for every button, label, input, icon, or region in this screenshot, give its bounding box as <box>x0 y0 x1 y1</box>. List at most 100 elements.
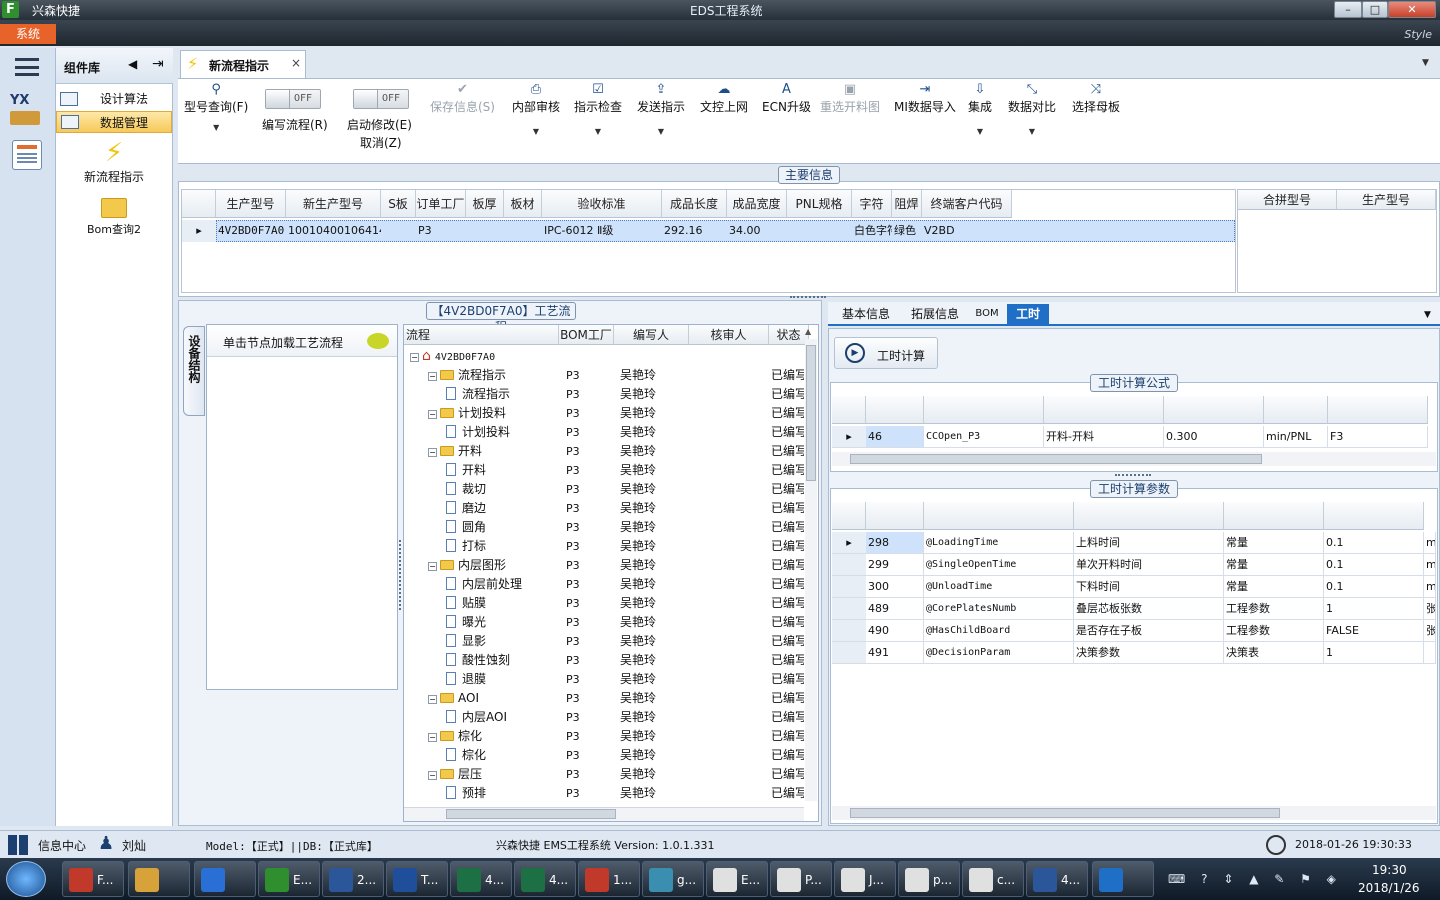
doc-tab-new-flow[interactable]: ⚡ 新流程指示 × <box>180 50 306 78</box>
tree-node[interactable]: 圆角 <box>446 518 560 537</box>
taskbar-item[interactable]: 2... <box>322 861 384 897</box>
table-cell[interactable]: 叠层芯板张数 <box>1074 598 1224 620</box>
table-cell[interactable] <box>468 220 504 242</box>
device-structure-side-tab[interactable]: 设备结构 <box>183 326 205 416</box>
table-cell[interactable]: 0.1 <box>1324 576 1424 598</box>
tree-row[interactable]: − ⌂ 4V2BD0F7A0 <box>404 347 804 366</box>
selected-row-marker[interactable]: ▸ <box>182 220 216 242</box>
report-tools-icon[interactable] <box>12 140 42 170</box>
tree-node[interactable]: − 内层图形 <box>428 556 560 575</box>
collapse-toggle-icon[interactable]: − <box>428 771 437 780</box>
tray-date[interactable]: 2018/1/26 <box>1358 881 1420 895</box>
table-cell[interactable]: @CorePlatesNumb <box>924 598 1074 620</box>
tree-row[interactable]: 计划投料 P3 吴艳玲 已编写 <box>404 423 804 442</box>
collapse-toggle-icon[interactable]: − <box>428 372 437 381</box>
tree-row[interactable]: 酸性蚀刻 P3 吴艳玲 已编写 <box>404 651 804 670</box>
load-process-header[interactable]: 单击节点加载工艺流程 <box>207 325 397 357</box>
column-header[interactable]: 成品长度 <box>662 190 727 218</box>
column-header[interactable] <box>1044 396 1164 424</box>
column-header[interactable]: 板厚 <box>466 190 504 218</box>
column-header[interactable] <box>924 396 1044 424</box>
ribbon-button-10[interactable]: ⤨ 选择母板 <box>1072 82 1120 115</box>
tree-node[interactable]: − 计划投料 <box>428 404 560 423</box>
work-hours-calc-button[interactable]: ▶ 工时计算 <box>834 337 938 369</box>
tree-row[interactable]: 流程指示 P3 吴艳玲 已编写 <box>404 385 804 404</box>
table-cell[interactable]: min/PNL <box>1264 426 1328 448</box>
table-cell[interactable]: 0.1 <box>1324 532 1424 554</box>
column-header[interactable] <box>1224 502 1324 530</box>
minimize-button[interactable]: – <box>1334 1 1362 18</box>
column-header[interactable] <box>1074 502 1224 530</box>
tree-row[interactable]: 磨边 P3 吴艳玲 已编写 <box>404 499 804 518</box>
table-cell[interactable]: 工程参数 <box>1224 620 1324 642</box>
table-cell[interactable]: @LoadingTime <box>924 532 1074 554</box>
tree-node[interactable]: 内层AOI <box>446 708 560 727</box>
table-cell[interactable]: 决策表 <box>1224 642 1324 664</box>
table-cell[interactable]: 491 <box>866 642 924 664</box>
hamburger-menu-icon[interactable] <box>15 58 39 76</box>
tree-row[interactable]: 开料 P3 吴艳玲 已编写 <box>404 461 804 480</box>
row-selector[interactable]: ▸ <box>832 532 866 554</box>
tree-node[interactable]: 计划投料 <box>446 423 560 442</box>
column-header[interactable] <box>1328 396 1428 424</box>
table-cell[interactable]: 常量 <box>1224 576 1324 598</box>
tree-row[interactable]: − 内层图形 P3 吴艳玲 已编写 <box>404 556 804 575</box>
tree-row[interactable]: 内层AOI P3 吴艳玲 已编写 <box>404 708 804 727</box>
taskbar-item[interactable]: F... <box>62 861 124 897</box>
tree-node[interactable]: 裁切 <box>446 480 560 499</box>
right-tab[interactable]: BOM <box>974 304 1000 326</box>
table-cell[interactable]: @UnloadTime <box>924 576 1074 598</box>
ribbon-button-1[interactable]: ⎙ 内部审核 ▼ <box>512 82 560 136</box>
table-cell[interactable]: @DecisionParam <box>924 642 1074 664</box>
param-hscroll-thumb[interactable] <box>850 808 1280 818</box>
row-selector[interactable] <box>832 642 866 664</box>
column-header[interactable] <box>924 502 1074 530</box>
tree-row[interactable]: − 计划投料 P3 吴艳玲 已编写 <box>404 404 804 423</box>
column-header[interactable] <box>866 396 924 424</box>
ribbon-button-5[interactable]: A ECN升级 <box>762 82 811 115</box>
table-cell[interactable]: 4V2BD0F7A0 <box>218 220 286 242</box>
taskbar-item[interactable] <box>128 861 190 897</box>
collapse-toggle-icon[interactable]: − <box>428 410 437 419</box>
table-cell[interactable]: 292.16 <box>664 220 727 242</box>
close-tab-icon[interactable]: × <box>291 56 301 70</box>
row-selector[interactable] <box>832 576 866 598</box>
column-header[interactable]: 验收标准 <box>542 190 662 218</box>
table-cell[interactable]: mi <box>1424 554 1436 576</box>
lib-item-design-algorithm[interactable]: 设计算法 <box>56 88 172 110</box>
tray-time[interactable]: 19:30 <box>1372 863 1407 877</box>
tab-dropdown-icon[interactable]: ▼ <box>1422 58 1429 68</box>
table-cell[interactable]: P3 <box>418 220 466 242</box>
tray-icons[interactable]: ⌨ ? ⇕ ▲ ✎ ⚑ ◈ <box>1168 872 1342 886</box>
collapse-left-icon[interactable]: ◀ <box>128 57 137 71</box>
tree-row[interactable]: − AOI P3 吴艳玲 已编写 <box>404 689 804 708</box>
table-cell[interactable]: mi <box>1424 576 1436 598</box>
table-cell[interactable]: 0.1 <box>1324 554 1424 576</box>
table-cell[interactable]: 490 <box>866 620 924 642</box>
table-cell[interactable]: 绿色 <box>894 220 922 242</box>
tree-node[interactable]: 酸性蚀刻 <box>446 651 560 670</box>
column-header[interactable] <box>1324 502 1424 530</box>
table-cell[interactable]: 上料时间 <box>1074 532 1224 554</box>
tree-row[interactable]: 贴膜 P3 吴艳玲 已编写 <box>404 594 804 613</box>
tree-node[interactable]: − 层压 <box>428 765 560 784</box>
table-cell[interactable]: 299 <box>866 554 924 576</box>
table-cell[interactable]: IPC-6012 Ⅱ级 <box>544 220 662 242</box>
table-cell[interactable]: F3 <box>1328 426 1428 448</box>
tree-row[interactable]: 退膜 P3 吴艳玲 已编写 <box>404 670 804 689</box>
collapse-toggle-icon[interactable]: − <box>428 448 437 457</box>
lib-item-data-management[interactable]: 数据管理 <box>56 111 172 133</box>
table-cell[interactable]: 1 <box>1324 642 1424 664</box>
row-selector[interactable] <box>832 620 866 642</box>
splitter-grip[interactable] <box>790 296 826 300</box>
splitter-grip[interactable] <box>1115 474 1151 478</box>
start-button-icon[interactable] <box>6 861 46 897</box>
tree-hscroll-thumb[interactable] <box>446 809 616 819</box>
style-label[interactable]: Style <box>1404 28 1432 41</box>
table-cell[interactable] <box>383 220 416 242</box>
table-cell[interactable]: 决策参数 <box>1074 642 1224 664</box>
tree-node[interactable]: − 棕化 <box>428 727 560 746</box>
tree-column-header[interactable]: BOM工厂 <box>559 325 614 345</box>
tree-node[interactable]: 内层前处理 <box>446 575 560 594</box>
table-cell[interactable]: FALSE <box>1324 620 1424 642</box>
